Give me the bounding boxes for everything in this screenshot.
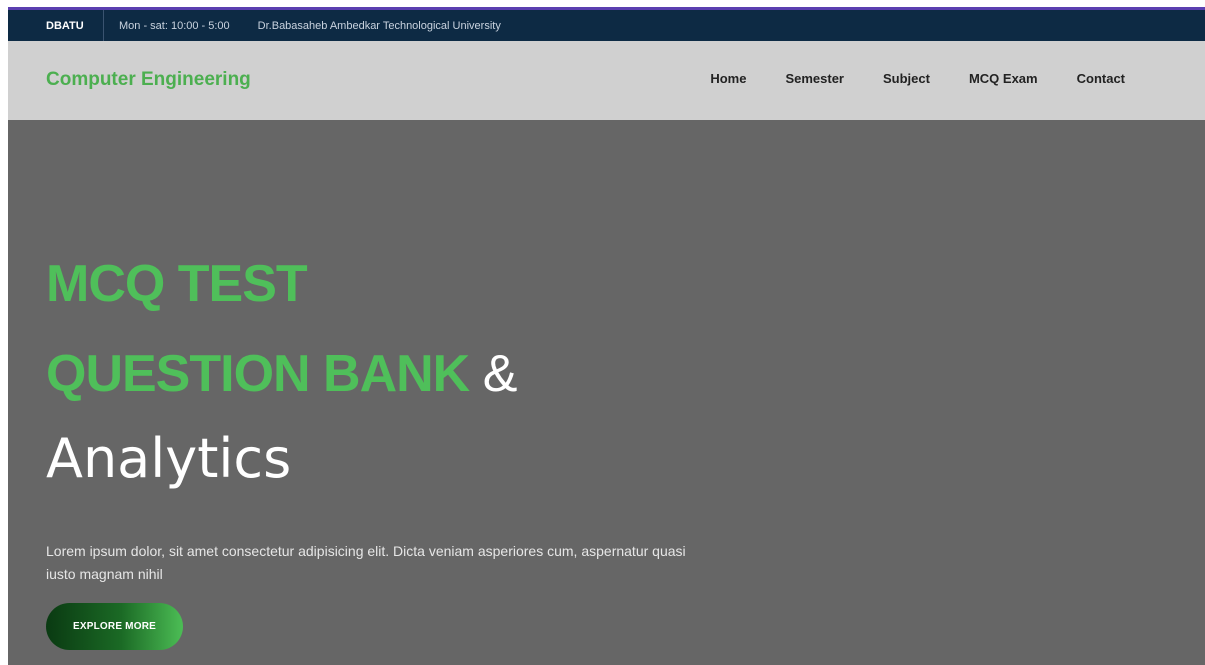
nav-menu: Home Semester Subject MCQ Exam Contact <box>671 71 1125 86</box>
top-info-bar: DBATU Mon - sat: 10:00 - 5:00 Dr.Babasah… <box>8 10 1205 41</box>
hero-description: Lorem ipsum dolor, sit amet consectetur … <box>46 543 686 582</box>
main-navbar: Computer Engineering Home Semester Subje… <box>8 41 1205 120</box>
topbar-hours: Mon - sat: 10:00 - 5:00 <box>119 19 230 32</box>
explore-more-button[interactable]: EXPLORE MORE <box>46 603 183 650</box>
nav-item-mcq-exam[interactable]: MCQ Exam <box>969 71 1038 86</box>
page-frame: DBATU Mon - sat: 10:00 - 5:00 Dr.Babasah… <box>8 0 1205 665</box>
topbar-university: Dr.Babasaheb Ambedkar Technological Univ… <box>257 19 501 32</box>
hero-title-ampersand: & <box>482 345 518 403</box>
nav-item-subject[interactable]: Subject <box>883 71 930 86</box>
nav-item-contact[interactable]: Contact <box>1077 71 1125 86</box>
hero-title-line-2: QUESTION BANK & <box>46 348 517 400</box>
hero-title-line-3: Analytics <box>46 427 292 490</box>
topbar-brand: DBATU <box>8 10 104 41</box>
nav-item-semester[interactable]: Semester <box>785 71 844 86</box>
hero-title-question-bank: QUESTION BANK <box>46 345 470 403</box>
nav-item-home[interactable]: Home <box>710 71 746 86</box>
hero-section: MCQ TEST QUESTION BANK & Analytics Lorem… <box>8 120 1205 665</box>
site-logo[interactable]: Computer Engineering <box>46 69 251 91</box>
hero-title-line-1: MCQ TEST <box>46 255 308 313</box>
